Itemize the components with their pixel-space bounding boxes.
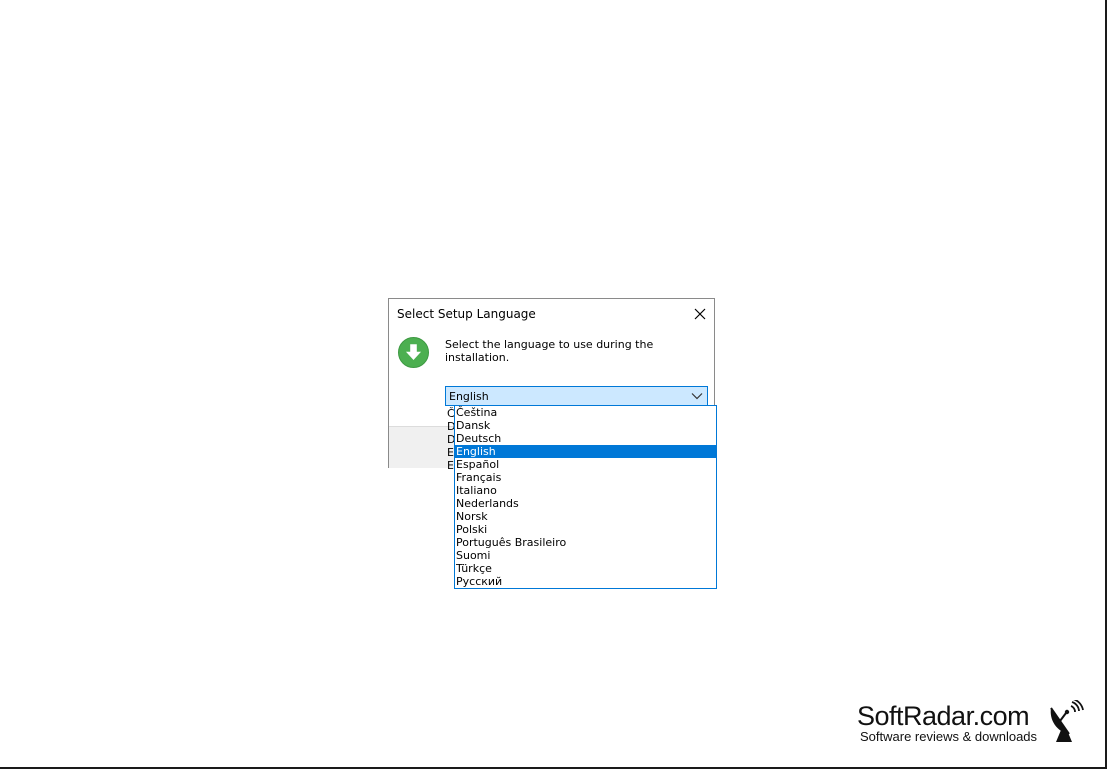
language-combobox[interactable]: English (445, 386, 708, 406)
dialog-title: Select Setup Language (397, 307, 536, 321)
close-icon (694, 308, 706, 320)
language-option-espanol[interactable]: Español (455, 458, 716, 471)
language-option-turkce[interactable]: Türkçe (455, 562, 716, 575)
language-option-francais[interactable]: Français (455, 471, 716, 484)
language-option-polski[interactable]: Polski (455, 523, 716, 536)
chevron-down-icon[interactable] (691, 392, 703, 400)
watermark-tagline: Software reviews & downloads (860, 729, 1038, 744)
language-option-nederlands[interactable]: Nederlands (455, 497, 716, 510)
language-option-english[interactable]: English (455, 445, 716, 458)
language-option-norsk[interactable]: Norsk (455, 510, 716, 523)
combobox-selected-value: English (449, 390, 489, 403)
instruction-text: Select the language to use during the in… (445, 338, 654, 364)
download-arrow-icon (398, 337, 429, 368)
softradar-watermark: SoftRadar.com Software reviews & downloa… (857, 700, 1087, 748)
language-option-russian[interactable]: Русский (455, 575, 716, 588)
screen: Select Setup Language Select the languag… (0, 0, 1107, 769)
language-option-cestina[interactable]: Čeština (455, 406, 716, 419)
language-option-deutsch[interactable]: Deutsch (455, 432, 716, 445)
close-button[interactable] (689, 305, 711, 323)
language-option-portugues-brasileiro[interactable]: Português Brasileiro (455, 536, 716, 549)
language-dropdown-list[interactable]: Čeština Dansk Deutsch English Español Fr… (454, 405, 717, 589)
language-option-dansk[interactable]: Dansk (455, 419, 716, 432)
watermark-brand: SoftRadar.com (857, 701, 1030, 731)
language-option-suomi[interactable]: Suomi (455, 549, 716, 562)
language-option-italiano[interactable]: Italiano (455, 484, 716, 497)
satellite-dish-icon (1050, 700, 1084, 742)
